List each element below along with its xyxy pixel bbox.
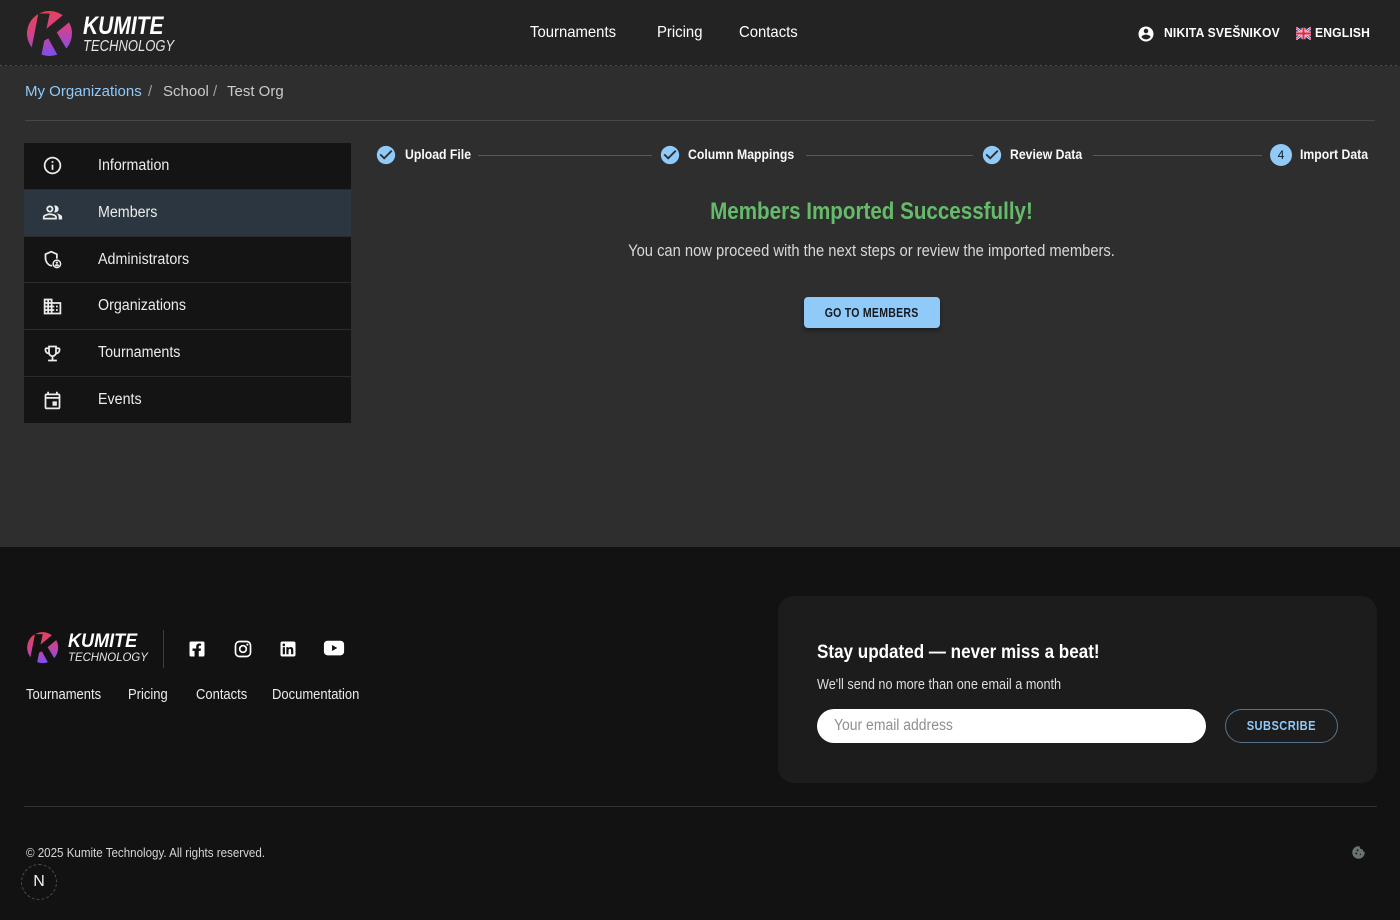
svg-text:K: K bbox=[30, 628, 61, 668]
svg-text:K: K bbox=[31, 5, 75, 63]
